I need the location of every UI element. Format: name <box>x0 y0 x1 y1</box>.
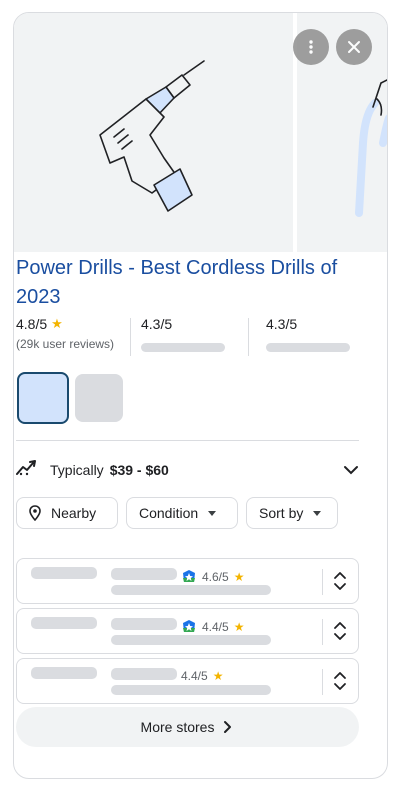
star-icon: ★ <box>233 620 245 634</box>
nearby-chip[interactable]: Nearby <box>16 497 118 529</box>
unfold-icon[interactable] <box>333 570 347 597</box>
condition-label: Condition <box>139 505 199 521</box>
variant-thumbnail-selected[interactable] <box>17 372 69 424</box>
price-trend-icon <box>16 459 38 482</box>
close-icon <box>347 40 361 54</box>
store-row[interactable]: 4.4/5 ★ <box>16 608 359 654</box>
source-placeholder-bar <box>141 343 225 352</box>
chevron-right-icon <box>214 720 234 734</box>
rating-text: 4.3/5 <box>141 316 173 332</box>
store-rating: 4.6/5 ★ <box>181 569 244 585</box>
source-placeholder-bar <box>266 343 350 352</box>
detail-placeholder <box>111 685 271 695</box>
section-divider <box>16 440 359 441</box>
store-row[interactable]: 4.4/5 ★ <box>16 658 359 704</box>
divider <box>130 318 131 356</box>
dropdown-caret-icon <box>313 510 322 516</box>
price-prefix: Typically <box>50 462 104 478</box>
detail-placeholder <box>111 585 271 595</box>
sort-dropdown[interactable]: Sort by <box>246 497 338 529</box>
rating-source-1[interactable]: 4.8/5 ★ (29k user reviews) <box>16 316 114 351</box>
rating-text: 4.3/5 <box>266 316 298 332</box>
product-image-drill[interactable] <box>14 13 293 252</box>
store-rating-text: 4.4/5 <box>181 669 208 683</box>
close-button[interactable] <box>336 29 372 65</box>
rating-value: 4.3/5 <box>266 316 297 332</box>
sort-label: Sort by <box>259 505 304 521</box>
more-stores-button[interactable]: More stores <box>16 707 359 747</box>
store-name-placeholder <box>31 667 97 679</box>
product-title-link[interactable]: Power Drills - Best Cordless Drills of 2… <box>16 254 356 312</box>
divider <box>322 619 323 645</box>
unfold-icon[interactable] <box>333 670 347 697</box>
price-summary[interactable]: Typically $39 - $60 <box>16 458 359 482</box>
ratings-row: 4.8/5 ★ (29k user reviews) 4.3/5 4.3/5 <box>16 316 361 358</box>
trusted-store-badge-icon <box>181 569 197 585</box>
store-rating: 4.4/5 ★ <box>181 669 223 683</box>
location-pin-icon <box>29 505 41 521</box>
rating-text: 4.8/5 <box>16 316 48 332</box>
rating-source-3[interactable]: 4.3/5 <box>266 316 297 332</box>
review-count: (29k user reviews) <box>16 337 115 351</box>
more-stores-label: More stores <box>140 719 215 735</box>
store-name-placeholder <box>31 617 97 629</box>
rating-source-2[interactable]: 4.3/5 <box>141 316 172 332</box>
divider <box>248 318 249 356</box>
condition-dropdown[interactable]: Condition <box>126 497 238 529</box>
price-placeholder <box>111 618 177 630</box>
price-placeholder <box>111 668 177 680</box>
store-name-placeholder <box>31 567 97 579</box>
store-rating-text: 4.6/5 <box>202 570 229 584</box>
more-options-button[interactable] <box>293 29 329 65</box>
more-vert-icon <box>303 39 319 55</box>
store-rating-text: 4.4/5 <box>202 620 229 634</box>
divider <box>322 669 323 695</box>
star-icon: ★ <box>233 570 245 584</box>
dropdown-caret-icon <box>208 510 217 516</box>
store-row[interactable]: 4.6/5 ★ <box>16 558 359 604</box>
trusted-store-badge-icon <box>181 619 197 635</box>
rating-value: 4.3/5 <box>141 316 172 332</box>
store-rating: 4.4/5 ★ <box>181 619 244 635</box>
variant-thumbnail[interactable] <box>75 374 123 422</box>
star-icon: ★ <box>212 669 224 683</box>
divider <box>322 569 323 595</box>
detail-placeholder <box>111 635 271 645</box>
star-icon: ★ <box>51 316 63 331</box>
rating-value: 4.8/5 ★ <box>16 316 114 332</box>
price-placeholder <box>111 568 177 580</box>
product-image-carousel[interactable] <box>14 13 387 252</box>
unfold-icon[interactable] <box>333 620 347 647</box>
price-range: $39 - $60 <box>109 462 169 478</box>
nearby-label: Nearby <box>51 505 97 521</box>
chevron-down-icon[interactable] <box>343 462 359 483</box>
